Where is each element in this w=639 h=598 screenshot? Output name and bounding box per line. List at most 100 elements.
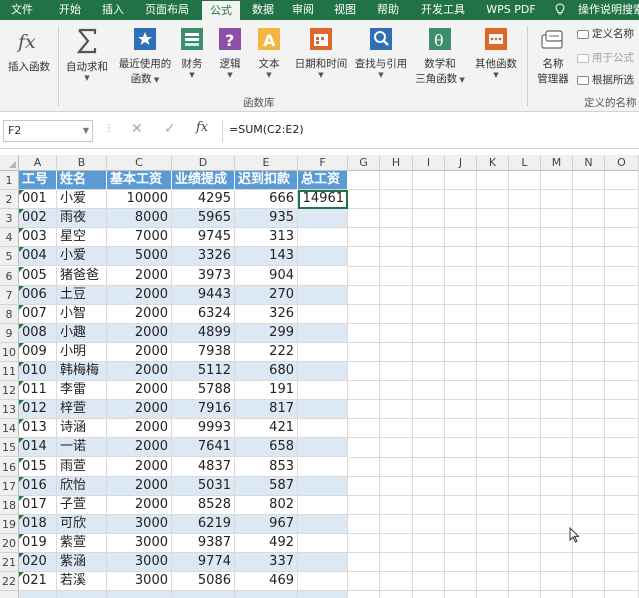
- tab-data[interactable]: 数据: [246, 0, 280, 20]
- row-header[interactable]: [0, 591, 19, 598]
- row-header[interactable]: 19: [0, 514, 19, 534]
- table-cell-bonus[interactable]: 5965: [172, 209, 235, 229]
- lookup-reference-button[interactable]: 查找与引用 ▼: [352, 26, 410, 80]
- table-cell-total[interactable]: [298, 476, 348, 496]
- row-header[interactable]: 13: [0, 400, 19, 420]
- table-cell-base[interactable]: 3000: [107, 572, 172, 592]
- column-header-f[interactable]: F: [298, 155, 348, 171]
- table-cell-late[interactable]: 587: [235, 476, 298, 496]
- column-header-m[interactable]: M: [541, 155, 573, 171]
- table-cell-total[interactable]: [298, 572, 348, 592]
- table-cell-total[interactable]: [298, 419, 348, 439]
- table-header-cell[interactable]: 迟到扣款: [235, 171, 298, 191]
- table-cell-base[interactable]: 2000: [107, 419, 172, 439]
- row-header[interactable]: 20: [0, 533, 19, 553]
- row-header[interactable]: 6: [0, 266, 19, 286]
- use-in-formula-button[interactable]: 用于公式: [577, 50, 634, 65]
- table-cell-name[interactable]: 梓萱: [57, 400, 107, 420]
- table-cell-total[interactable]: [298, 514, 348, 534]
- insert-function-fx-icon[interactable]: fx: [196, 120, 208, 135]
- table-cell-name[interactable]: 小明: [57, 342, 107, 362]
- table-cell-id[interactable]: 019: [19, 533, 57, 553]
- table-cell-id[interactable]: 005: [19, 266, 57, 286]
- formula-input[interactable]: =SUM(C2:E2): [229, 123, 304, 136]
- column-header-h[interactable]: H: [380, 155, 413, 171]
- table-cell-total[interactable]: [298, 362, 348, 382]
- row-header[interactable]: 22: [0, 572, 19, 592]
- table-cell-base[interactable]: 7000: [107, 228, 172, 248]
- row-header[interactable]: 5: [0, 247, 19, 267]
- table-cell-late[interactable]: 299: [235, 323, 298, 343]
- column-header-e[interactable]: E: [235, 155, 298, 171]
- table-cell-name[interactable]: 小爱: [57, 190, 107, 210]
- table-cell-name[interactable]: 诗涵: [57, 419, 107, 439]
- table-cell-base[interactable]: 3000: [107, 553, 172, 573]
- table-cell-name[interactable]: 猪爸爸: [57, 266, 107, 286]
- table-cell-partial[interactable]: [235, 591, 298, 598]
- row-header[interactable]: 10: [0, 342, 19, 362]
- table-cell-id[interactable]: 009: [19, 342, 57, 362]
- table-cell-id[interactable]: 013: [19, 419, 57, 439]
- table-cell-late[interactable]: 492: [235, 533, 298, 553]
- cancel-icon[interactable]: ✕: [131, 121, 143, 137]
- tab-review[interactable]: 审阅: [286, 0, 320, 20]
- create-from-selection-button[interactable]: 根据所选: [577, 72, 634, 87]
- row-header[interactable]: 21: [0, 553, 19, 573]
- table-cell-base[interactable]: 2000: [107, 381, 172, 401]
- autosum-button[interactable]: 自动求和 ▼: [61, 26, 113, 83]
- table-cell-id[interactable]: 014: [19, 438, 57, 458]
- table-cell-id[interactable]: 012: [19, 400, 57, 420]
- table-cell-id[interactable]: 021: [19, 572, 57, 592]
- table-cell-base[interactable]: 2000: [107, 457, 172, 477]
- table-cell-bonus[interactable]: 5112: [172, 362, 235, 382]
- column-header-o[interactable]: O: [605, 155, 639, 171]
- table-cell-bonus[interactable]: 3326: [172, 247, 235, 267]
- table-cell-partial[interactable]: [19, 591, 57, 598]
- row-header[interactable]: 14: [0, 419, 19, 439]
- table-cell-bonus[interactable]: 4295: [172, 190, 235, 210]
- table-cell-partial[interactable]: [298, 591, 348, 598]
- logical-button[interactable]: ? 逻辑 ▼: [216, 26, 244, 80]
- row-header[interactable]: 8: [0, 304, 19, 324]
- column-header-c[interactable]: C: [107, 155, 172, 171]
- column-header-i[interactable]: I: [413, 155, 445, 171]
- row-header[interactable]: 18: [0, 495, 19, 515]
- table-cell-late[interactable]: 326: [235, 304, 298, 324]
- row-header[interactable]: 15: [0, 438, 19, 458]
- table-cell-total[interactable]: [298, 381, 348, 401]
- table-cell-late[interactable]: 337: [235, 553, 298, 573]
- table-cell-name[interactable]: 土豆: [57, 285, 107, 305]
- table-cell-name[interactable]: 子萱: [57, 495, 107, 515]
- table-cell-late[interactable]: 904: [235, 266, 298, 286]
- name-manager-button[interactable]: 名称 管理器: [531, 26, 575, 86]
- tab-page-layout[interactable]: 页面布局: [138, 0, 196, 20]
- table-cell-total[interactable]: [298, 457, 348, 477]
- table-header-cell[interactable]: 业绩提成: [172, 171, 235, 191]
- tab-view[interactable]: 视图: [328, 0, 362, 20]
- column-header-d[interactable]: D: [172, 155, 235, 171]
- table-cell-total[interactable]: 14961: [298, 190, 348, 210]
- table-cell-partial[interactable]: [172, 591, 235, 598]
- tab-formulas[interactable]: 公式: [202, 1, 240, 20]
- column-header-g[interactable]: G: [348, 155, 380, 171]
- table-cell-id[interactable]: 010: [19, 362, 57, 382]
- table-cell-late[interactable]: 817: [235, 400, 298, 420]
- table-cell-late[interactable]: 658: [235, 438, 298, 458]
- table-cell-late[interactable]: 191: [235, 381, 298, 401]
- table-cell-bonus[interactable]: 9993: [172, 419, 235, 439]
- table-cell-base[interactable]: 2000: [107, 342, 172, 362]
- table-cell-base[interactable]: 2000: [107, 362, 172, 382]
- table-cell-name[interactable]: 紫萱: [57, 533, 107, 553]
- table-cell-name[interactable]: 李雷: [57, 381, 107, 401]
- table-cell-bonus[interactable]: 9443: [172, 285, 235, 305]
- table-header-cell[interactable]: 姓名: [57, 171, 107, 191]
- table-cell-bonus[interactable]: 9745: [172, 228, 235, 248]
- tab-wps-pdf[interactable]: WPS PDF: [478, 0, 544, 20]
- table-cell-late[interactable]: 270: [235, 285, 298, 305]
- table-cell-name[interactable]: 小爱: [57, 247, 107, 267]
- table-cell-total[interactable]: [298, 342, 348, 362]
- table-cell-name[interactable]: 小智: [57, 304, 107, 324]
- table-cell-bonus[interactable]: 9387: [172, 533, 235, 553]
- table-cell-name[interactable]: 雨夜: [57, 209, 107, 229]
- table-cell-total[interactable]: [298, 533, 348, 553]
